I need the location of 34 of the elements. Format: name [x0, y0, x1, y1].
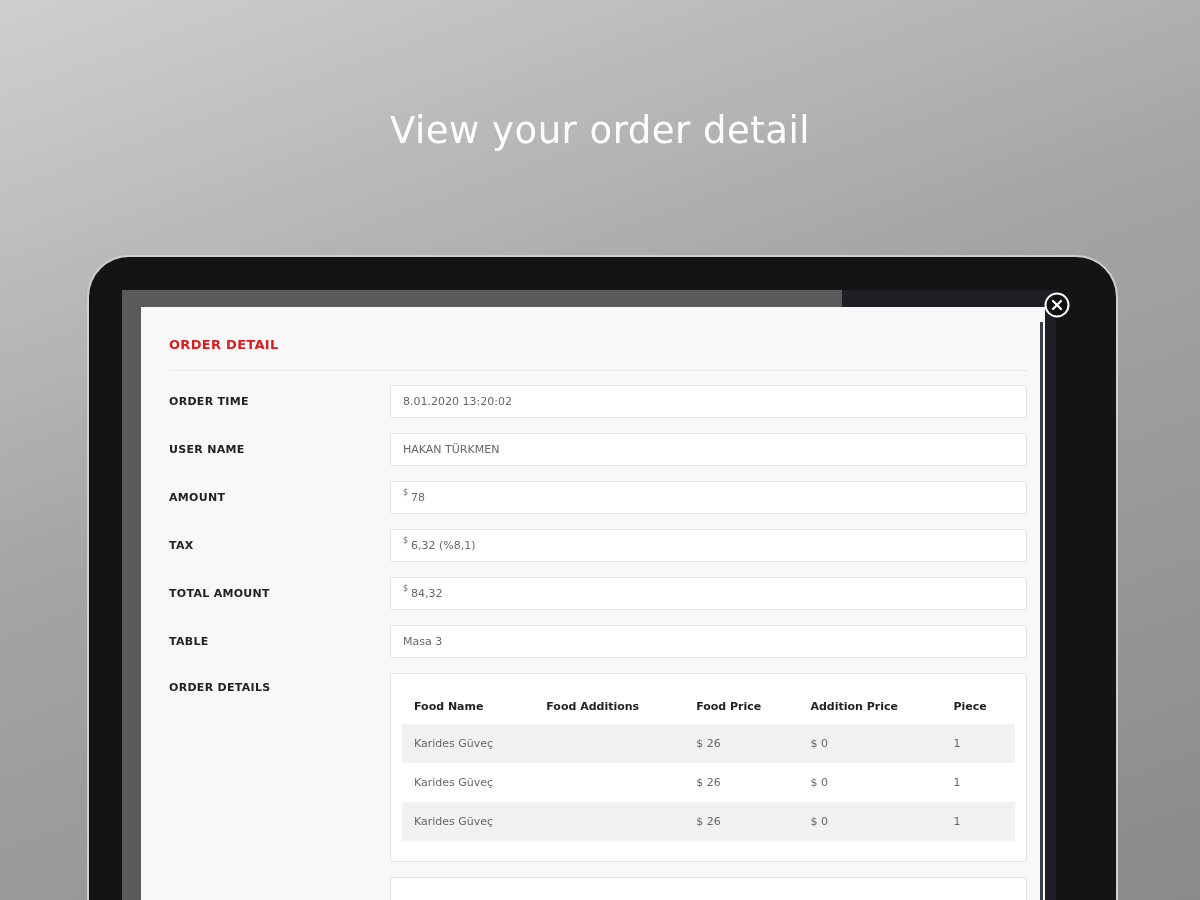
headline: View your order detail [389, 108, 811, 154]
scrollbar[interactable] [1040, 322, 1043, 900]
field-label: TABLE [169, 635, 210, 648]
input-field[interactable]: Masa 3 [390, 625, 1027, 658]
field-label: ORDER TIME [169, 395, 250, 408]
field-label: TOTAL AMOUNT [169, 587, 271, 600]
column-header: Addition Price [798, 690, 942, 724]
column-header: Food Name [402, 690, 535, 724]
input-field[interactable]: HAKAN TÜRKMEN [390, 433, 1027, 466]
table-cell: 1 [953, 776, 961, 789]
table-cell: 1 [953, 737, 961, 750]
table-cell: $ 0 [810, 815, 828, 828]
table-cell: $ 26 [696, 737, 721, 750]
input-field[interactable]: $^{$}$ 84,32 [390, 577, 1027, 610]
field-label: ORDER DETAILS [169, 680, 272, 694]
column-header: Food Additions [534, 690, 685, 724]
field-label: TAX [169, 539, 195, 552]
input-field[interactable]: 8.01.2020 13:20:02 [390, 385, 1027, 418]
input-field[interactable]: $^{$}$ 78 [390, 481, 1027, 514]
table-cell: Karides Güveç [414, 737, 494, 750]
table-cell: Karides Güveç [414, 776, 494, 789]
column-header: Piece [941, 690, 1015, 724]
table-cell: 1 [953, 815, 961, 828]
field-label: AMOUNT [169, 491, 227, 504]
table-cell: $ 0 [810, 737, 828, 750]
column-header: Food Price [684, 690, 799, 724]
close-button[interactable] [1044, 292, 1070, 318]
input-field[interactable]: $^{$}$ 6,32 (%8,1) [390, 529, 1027, 562]
table-cell: $ 0 [810, 776, 828, 789]
table-cell: $ 26 [696, 776, 721, 789]
table-cell: $ 26 [696, 815, 721, 828]
table-cell: Karides Güveç [414, 815, 494, 828]
field-label: USER NAME [169, 443, 246, 456]
modal-title: ORDER DETAIL [169, 337, 280, 352]
